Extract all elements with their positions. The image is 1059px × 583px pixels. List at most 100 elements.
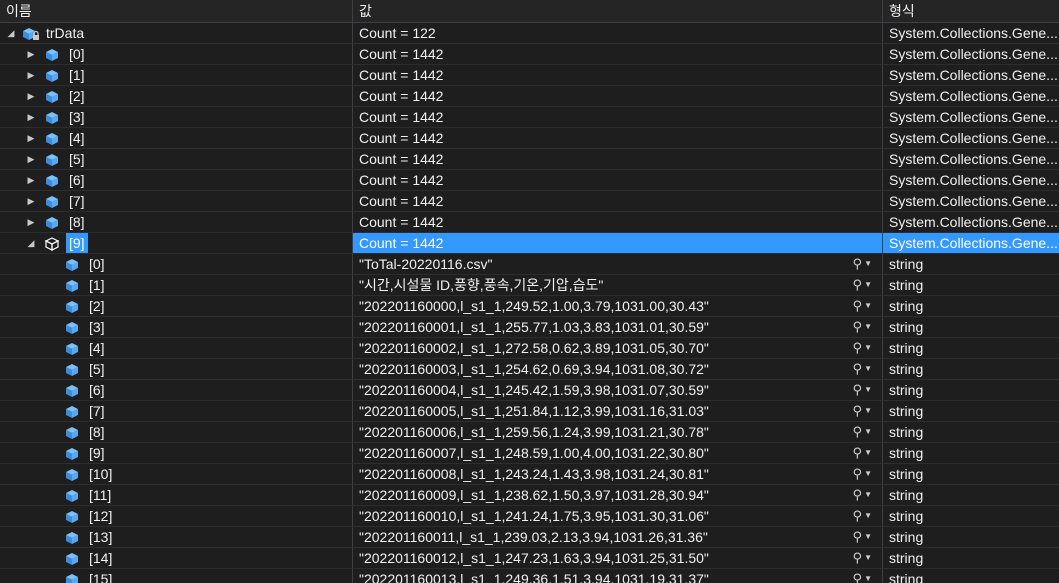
chevron-down-icon[interactable]: ▼ xyxy=(864,280,872,289)
variable-value[interactable]: "202201160005,l_s1_1,251.84,1.12,3.99,10… xyxy=(352,401,882,421)
variable-value[interactable]: "202201160013,l_s1_1,249.36,1.51,3.94,10… xyxy=(352,569,882,583)
variable-value[interactable]: Count = 1442 xyxy=(352,212,882,232)
variable-value[interactable]: "202201160011,l_s1_1,239.03,2.13,3.94,10… xyxy=(352,527,882,547)
tree-row-child[interactable]: [7] "202201160005,l_s1_1,251.84,1.12,3.99… xyxy=(0,401,1059,422)
expanded-triangle-icon[interactable]: ◢ xyxy=(5,23,17,43)
chevron-down-icon[interactable]: ▼ xyxy=(864,574,872,583)
magnifier-icon[interactable]: ⚲ ▼ xyxy=(840,275,872,295)
collapsed-triangle-icon[interactable]: ▶ xyxy=(25,128,37,148)
variable-value[interactable]: Count = 1442 xyxy=(352,191,882,211)
chevron-down-icon[interactable]: ▼ xyxy=(864,343,872,352)
chevron-down-icon[interactable]: ▼ xyxy=(864,469,872,478)
magnifier-icon[interactable]: ⚲ ▼ xyxy=(840,464,872,484)
tree-row-child[interactable]: [4] "202201160002,l_s1_1,272.58,0.62,3.89… xyxy=(0,338,1059,359)
collapsed-triangle-icon[interactable]: ▶ xyxy=(25,86,37,106)
collapsed-triangle-icon[interactable]: ▶ xyxy=(25,65,37,85)
tree-row-item[interactable]: ▶ [7] Count = 1442 System.Collections.Gene.… xyxy=(0,191,1059,212)
tree-row-root[interactable]: ◢ trData Count = 122 System.Collections.… xyxy=(0,23,1059,44)
chevron-down-icon[interactable]: ▼ xyxy=(864,364,872,373)
tree-row-item[interactable]: ▶ [2] Count = 1442 System.Collections.Gene.… xyxy=(0,86,1059,107)
tree-row-item[interactable]: ▶ [6] Count = 1442 System.Collections.Gene.… xyxy=(0,170,1059,191)
expanded-triangle-icon[interactable]: ◢ xyxy=(25,233,37,253)
variable-value[interactable]: "202201160000,l_s1_1,249.52,1.00,3.79,10… xyxy=(352,296,882,316)
collapsed-triangle-icon[interactable]: ▶ xyxy=(25,170,37,190)
variable-value[interactable]: Count = 1442 xyxy=(352,233,882,253)
collapsed-triangle-icon[interactable]: ▶ xyxy=(25,44,37,64)
tree-row-child[interactable]: [1] "시간,시설물 ID,풍향,풍속,기온,기압,습도" ⚲ ▼ string xyxy=(0,275,1059,296)
tree-row-item[interactable]: ▶ [3] Count = 1442 System.Collections.Gene.… xyxy=(0,107,1059,128)
collapsed-triangle-icon[interactable]: ▶ xyxy=(25,107,37,127)
tree-row-item[interactable]: ▶ [5] Count = 1442 System.Collections.Gene.… xyxy=(0,149,1059,170)
magnifier-icon[interactable]: ⚲ ▼ xyxy=(840,485,872,505)
magnifier-icon[interactable]: ⚲ ▼ xyxy=(840,527,872,547)
column-header-type[interactable]: 형식 xyxy=(882,0,1059,22)
variable-value[interactable]: "202201160012,l_s1_1,247.23,1.63,3.94,10… xyxy=(352,548,882,568)
variable-value[interactable]: Count = 1442 xyxy=(352,65,882,85)
tree-row-child[interactable]: [11] "202201160009,l_s1_1,238.62,1.50,3.9… xyxy=(0,485,1059,506)
variable-value[interactable]: Count = 1442 xyxy=(352,107,882,127)
variable-value[interactable]: "202201160009,l_s1_1,238.62,1.50,3.97,10… xyxy=(352,485,882,505)
variable-value[interactable]: Count = 1442 xyxy=(352,149,882,169)
collapsed-triangle-icon[interactable]: ▶ xyxy=(25,149,37,169)
tree-row-child[interactable]: [2] "202201160000,l_s1_1,249.52,1.00,3.79… xyxy=(0,296,1059,317)
column-header-name[interactable]: 이름 xyxy=(0,0,352,22)
variable-value[interactable]: "202201160004,l_s1_1,245.42,1.59,3.98,10… xyxy=(352,380,882,400)
chevron-down-icon[interactable]: ▼ xyxy=(864,301,872,310)
variable-value[interactable]: Count = 1442 xyxy=(352,170,882,190)
tree-row-child[interactable]: [0] "ToTal-20220116.csv" ⚲ ▼ string xyxy=(0,254,1059,275)
magnifier-icon[interactable]: ⚲ ▼ xyxy=(840,254,872,274)
tree-row-item[interactable]: ▶ [8] Count = 1442 System.Collections.Gene.… xyxy=(0,212,1059,233)
tree-row-child[interactable]: [12] "202201160010,l_s1_1,241.24,1.75,3.9… xyxy=(0,506,1059,527)
variable-value[interactable]: "202201160007,l_s1_1,248.59,1.00,4.00,10… xyxy=(352,443,882,463)
variable-value[interactable]: "202201160001,l_s1_1,255.77,1.03,3.83,10… xyxy=(352,317,882,337)
magnifier-icon[interactable]: ⚲ ▼ xyxy=(840,359,872,379)
variable-value[interactable]: Count = 1442 xyxy=(352,44,882,64)
chevron-down-icon[interactable]: ▼ xyxy=(864,385,872,394)
magnifier-icon[interactable]: ⚲ ▼ xyxy=(840,443,872,463)
magnifier-icon[interactable]: ⚲ ▼ xyxy=(840,296,872,316)
magnifier-icon[interactable]: ⚲ ▼ xyxy=(840,401,872,421)
variable-value[interactable]: "202201160003,l_s1_1,254.62,0.69,3.94,10… xyxy=(352,359,882,379)
magnifier-icon[interactable]: ⚲ ▼ xyxy=(840,380,872,400)
variable-value[interactable]: Count = 122 xyxy=(352,23,882,43)
tree-row-item[interactable]: ▶ [4] Count = 1442 System.Collections.Gene.… xyxy=(0,128,1059,149)
tree-row-child[interactable]: [9] "202201160007,l_s1_1,248.59,1.00,4.00… xyxy=(0,443,1059,464)
tree-row-child[interactable]: [8] "202201160006,l_s1_1,259.56,1.24,3.99… xyxy=(0,422,1059,443)
chevron-down-icon[interactable]: ▼ xyxy=(864,448,872,457)
tree-row-child[interactable]: [13] "202201160011,l_s1_1,239.03,2.13,3.9… xyxy=(0,527,1059,548)
tree-row-item[interactable]: ▶ [1] Count = 1442 System.Collections.Gene.… xyxy=(0,65,1059,86)
tree-row-child[interactable]: [15] "202201160013,l_s1_1,249.36,1.51,3.9… xyxy=(0,569,1059,583)
variable-value[interactable]: Count = 1442 xyxy=(352,86,882,106)
chevron-down-icon[interactable]: ▼ xyxy=(864,427,872,436)
collapsed-triangle-icon[interactable]: ▶ xyxy=(25,191,37,211)
tree-row-child[interactable]: [10] "202201160008,l_s1_1,243.24,1.43,3.9… xyxy=(0,464,1059,485)
tree-row-child[interactable]: [5] "202201160003,l_s1_1,254.62,0.69,3.94… xyxy=(0,359,1059,380)
variable-value[interactable]: "ToTal-20220116.csv" ⚲ ▼ xyxy=(352,254,882,274)
chevron-down-icon[interactable]: ▼ xyxy=(864,553,872,562)
tree-row-item-expanded[interactable]: ◢ [9] Count = 1442 System.Collections.Gene.… xyxy=(0,233,1059,254)
chevron-down-icon[interactable]: ▼ xyxy=(864,406,872,415)
chevron-down-icon[interactable]: ▼ xyxy=(864,511,872,520)
chevron-down-icon[interactable]: ▼ xyxy=(864,532,872,541)
collapsed-triangle-icon[interactable]: ▶ xyxy=(25,212,37,232)
variable-value[interactable]: "202201160010,l_s1_1,241.24,1.75,3.95,10… xyxy=(352,506,882,526)
magnifier-icon[interactable]: ⚲ ▼ xyxy=(840,548,872,568)
variable-value[interactable]: "202201160008,l_s1_1,243.24,1.43,3.98,10… xyxy=(352,464,882,484)
variable-value[interactable]: "202201160002,l_s1_1,272.58,0.62,3.89,10… xyxy=(352,338,882,358)
chevron-down-icon[interactable]: ▼ xyxy=(864,259,872,268)
variable-value[interactable]: "시간,시설물 ID,풍향,풍속,기온,기압,습도" ⚲ ▼ xyxy=(352,275,882,295)
magnifier-icon[interactable]: ⚲ ▼ xyxy=(840,569,872,583)
magnifier-icon[interactable]: ⚲ ▼ xyxy=(840,317,872,337)
magnifier-icon[interactable]: ⚲ ▼ xyxy=(840,506,872,526)
tree-row-child[interactable]: [3] "202201160001,l_s1_1,255.77,1.03,3.83… xyxy=(0,317,1059,338)
tree-row-child[interactable]: [6] "202201160004,l_s1_1,245.42,1.59,3.98… xyxy=(0,380,1059,401)
variable-value[interactable]: "202201160006,l_s1_1,259.56,1.24,3.99,10… xyxy=(352,422,882,442)
tree-row-item[interactable]: ▶ [0] Count = 1442 System.Collections.Gene.… xyxy=(0,44,1059,65)
column-header-value[interactable]: 값 xyxy=(352,0,882,22)
tree-row-child[interactable]: [14] "202201160012,l_s1_1,247.23,1.63,3.9… xyxy=(0,548,1059,569)
magnifier-icon[interactable]: ⚲ ▼ xyxy=(840,338,872,358)
variable-value[interactable]: Count = 1442 xyxy=(352,128,882,148)
chevron-down-icon[interactable]: ▼ xyxy=(864,322,872,331)
chevron-down-icon[interactable]: ▼ xyxy=(864,490,872,499)
magnifier-icon[interactable]: ⚲ ▼ xyxy=(840,422,872,442)
